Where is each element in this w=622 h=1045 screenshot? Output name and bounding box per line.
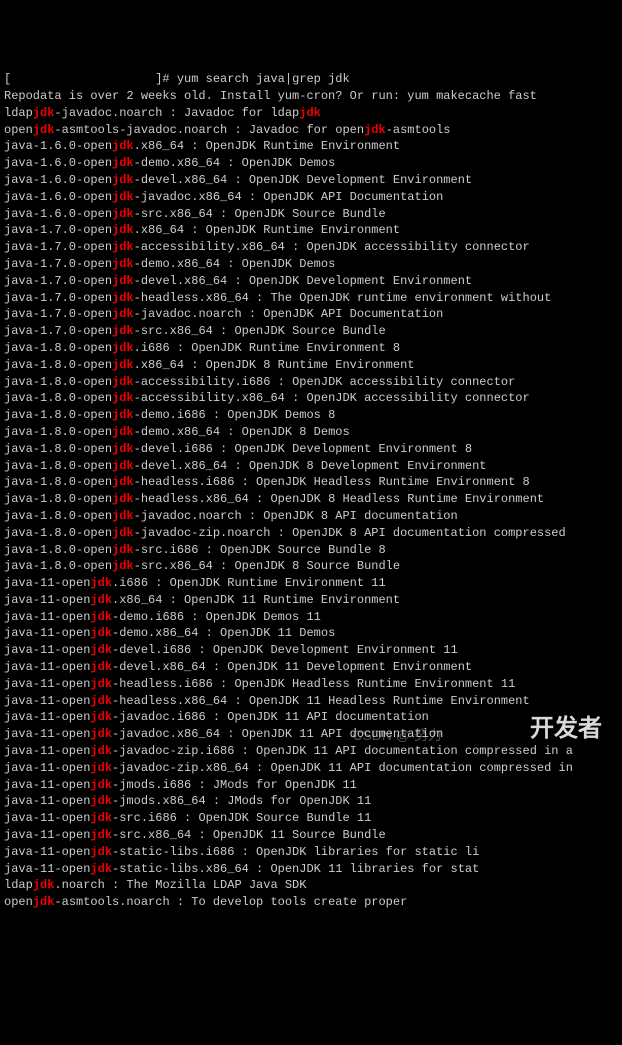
output-lines: ldapjdk-javadoc.noarch : Javadoc for lda… bbox=[4, 105, 618, 911]
repo-message: Repodata is over 2 weeks old. Install yu… bbox=[4, 89, 537, 103]
command-text: yum search java|grep jdk bbox=[177, 72, 350, 86]
site-watermark: 开发者 bbox=[530, 712, 602, 746]
terminal-output: [ ]# yum search java|grep jdk Repodata i… bbox=[4, 71, 618, 911]
prompt: [ ]# bbox=[4, 72, 177, 86]
csdn-watermark: CSDN @ 努力 bbox=[352, 726, 442, 746]
